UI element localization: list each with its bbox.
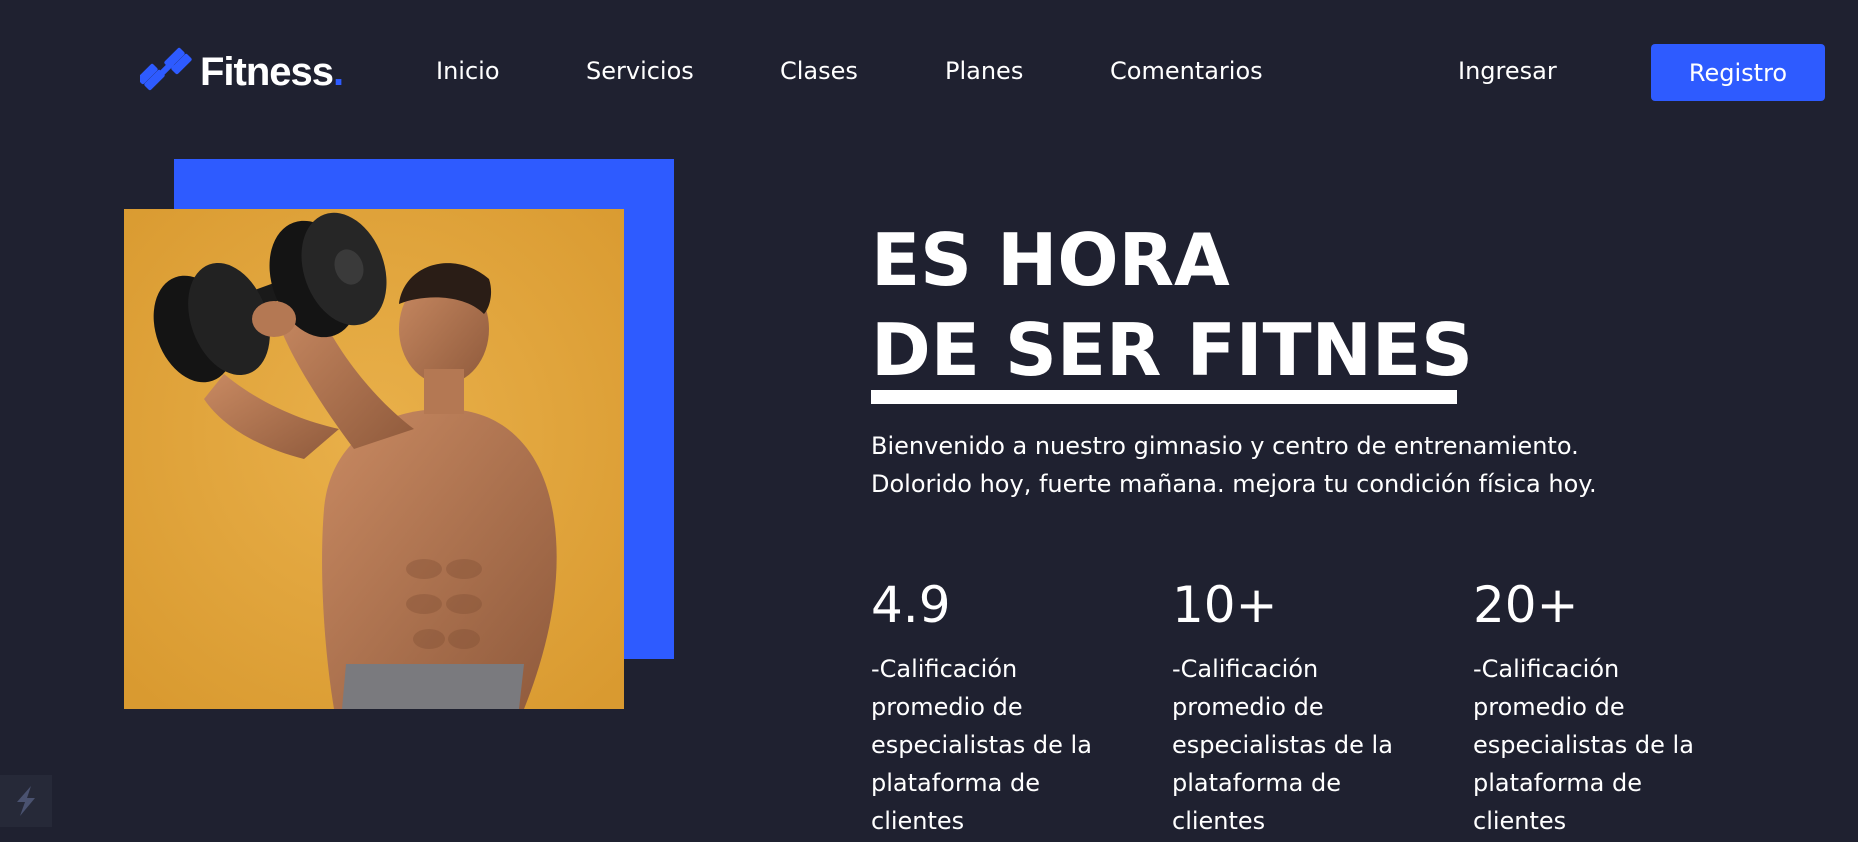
nav-link-clases[interactable]: Clases: [780, 56, 858, 86]
hero-description-line-2: Dolorido hoy, fuerte mañana. mejora tu c…: [871, 470, 1597, 498]
hero-description: Bienvenido a nuestro gimnasio y centro d…: [871, 427, 1597, 503]
hero-title-line-1: ES HORA: [871, 218, 1230, 302]
stat-label-line: especialistas de la: [1172, 731, 1393, 759]
stat-item: 10+ -Calificación promedio de especialis…: [1172, 575, 1442, 840]
stat-label-line: promedio de: [1172, 693, 1324, 721]
stat-label-line: clientes: [1473, 807, 1567, 835]
dumbbell-logo-icon: [140, 47, 192, 91]
nav-link-comentarios[interactable]: Comentarios: [1110, 56, 1263, 86]
nav-link-inicio[interactable]: Inicio: [436, 56, 500, 86]
stat-label: -Calificación promedio de especialistas …: [1473, 650, 1743, 840]
nav-link-planes[interactable]: Planes: [945, 56, 1023, 86]
stat-label-line: -Calificación: [871, 655, 1018, 683]
stat-label-line: -Calificación: [1172, 655, 1319, 683]
stat-label-line: especialistas de la: [871, 731, 1092, 759]
stat-label-line: clientes: [1172, 807, 1266, 835]
stat-label-line: plataforma de: [1172, 769, 1342, 797]
stat-item: 4.9 -Calificación promedio de especialis…: [871, 575, 1141, 840]
stat-label-line: -Calificación: [1473, 655, 1620, 683]
register-button[interactable]: Registro: [1651, 44, 1825, 101]
stat-label-line: especialistas de la: [1473, 731, 1694, 759]
stat-label: -Calificación promedio de especialistas …: [1172, 650, 1442, 840]
hero-title-line-2: DE SER FITNES: [871, 308, 1473, 392]
bolt-icon: [17, 786, 35, 816]
stat-value: 4.9: [871, 576, 951, 634]
brand-logo[interactable]: Fitness.: [140, 46, 344, 98]
stat-label-line: promedio de: [1473, 693, 1625, 721]
nav-link-servicios[interactable]: Servicios: [586, 56, 694, 86]
stat-value: 10+: [1172, 576, 1278, 634]
login-link[interactable]: Ingresar: [1458, 56, 1557, 86]
stat-label-line: clientes: [871, 807, 965, 835]
hero-athlete-image: [124, 209, 624, 709]
navbar: Fitness. Inicio Servicios Clases Planes …: [0, 0, 1858, 145]
hero-description-line-1: Bienvenido a nuestro gimnasio y centro d…: [871, 432, 1579, 460]
brand-dot: .: [333, 49, 345, 94]
floating-widget-button[interactable]: [0, 775, 52, 827]
stat-label-line: promedio de: [871, 693, 1023, 721]
hero-title: ES HORA DE SER FITNES: [871, 215, 1473, 395]
hero-title-underline: [871, 390, 1457, 404]
stat-value: 20+: [1473, 576, 1579, 634]
stat-label-line: plataforma de: [871, 769, 1041, 797]
stat-label: -Calificación promedio de especialistas …: [871, 650, 1141, 840]
stat-item: 20+ -Calificación promedio de especialis…: [1473, 575, 1743, 840]
stat-label-line: plataforma de: [1473, 769, 1643, 797]
brand-name: Fitness: [200, 49, 334, 94]
